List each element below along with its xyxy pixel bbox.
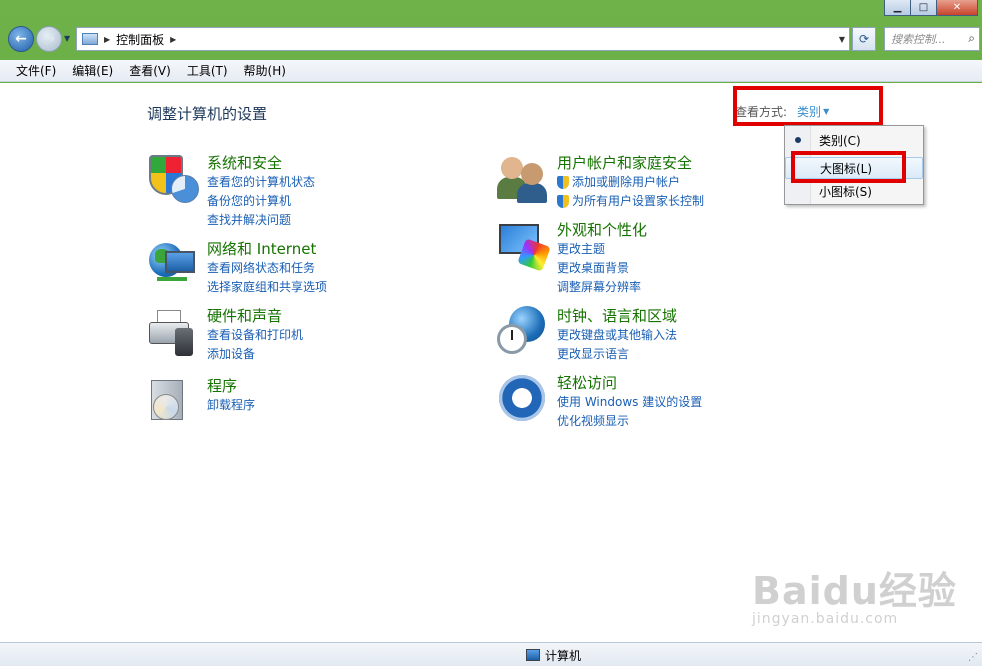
category-user-accounts: 用户帐户和家庭安全 添加或删除用户帐户 为所有用户设置家长控制	[497, 153, 704, 211]
menu-tools[interactable]: 工具(T)	[179, 62, 236, 79]
ease-of-access-icon[interactable]	[497, 373, 549, 425]
category-link[interactable]: 使用 Windows 建议的设置	[557, 393, 702, 412]
category-link[interactable]: 查看您的计算机状态	[207, 173, 315, 192]
watermark-brand: Baidu经验	[752, 569, 957, 613]
menu-view[interactable]: 查看(V)	[121, 62, 179, 79]
category-link[interactable]: 调整屏幕分辨率	[557, 278, 647, 297]
category-link[interactable]: 更改主题	[557, 240, 647, 259]
refresh-button[interactable]: ⟳	[852, 27, 876, 51]
menu-option-category[interactable]: 类别(C)	[785, 129, 923, 151]
menu-help[interactable]: 帮助(H)	[236, 62, 294, 79]
category-link-row[interactable]: 为所有用户设置家长控制	[557, 192, 704, 211]
network-globe-icon[interactable]	[147, 239, 199, 291]
category-appearance: 外观和个性化 更改主题 更改桌面背景 调整屏幕分辨率	[497, 220, 647, 297]
category-title[interactable]: 程序	[207, 376, 255, 396]
category-title[interactable]: 用户帐户和家庭安全	[557, 153, 704, 173]
category-link[interactable]: 添加或删除用户帐户	[572, 173, 680, 192]
menu-edit[interactable]: 编辑(E)	[64, 62, 121, 79]
printer-icon[interactable]	[147, 306, 199, 358]
minimize-button[interactable]: ▁	[884, 0, 910, 16]
display-palette-icon[interactable]	[497, 220, 551, 272]
clock-globe-icon[interactable]	[497, 306, 549, 358]
category-system-security: 系统和安全 查看您的计算机状态 备份您的计算机 查找并解决问题	[147, 153, 315, 230]
menu-option-small-icons[interactable]: 小图标(S)	[785, 180, 923, 202]
category-link[interactable]: 优化视频显示	[557, 412, 702, 431]
category-ease-of-access: 轻松访问 使用 Windows 建议的设置 优化视频显示	[497, 373, 702, 431]
category-title[interactable]: 硬件和声音	[207, 306, 303, 326]
menu-bar: 文件(F) 编辑(E) 查看(V) 工具(T) 帮助(H)	[0, 60, 982, 82]
category-title[interactable]: 轻松访问	[557, 373, 702, 393]
category-link[interactable]: 更改显示语言	[557, 345, 677, 364]
category-link[interactable]: 添加设备	[207, 345, 303, 364]
back-button[interactable]: ←	[8, 26, 34, 52]
computer-icon	[526, 649, 540, 661]
category-link[interactable]: 卸载程序	[207, 396, 255, 415]
menu-file[interactable]: 文件(F)	[8, 62, 64, 79]
category-link[interactable]: 选择家庭组和共享选项	[207, 278, 327, 297]
category-network: 网络和 Internet 查看网络状态和任务 选择家庭组和共享选项	[147, 239, 327, 297]
selected-bullet-icon	[795, 137, 801, 143]
category-link[interactable]: 更改桌面背景	[557, 259, 647, 278]
highlight-large-icons	[791, 151, 906, 183]
search-input[interactable]: 搜索控制... ⌕	[884, 27, 980, 51]
search-placeholder: 搜索控制...	[891, 33, 946, 46]
forward-button[interactable]: →	[36, 26, 62, 52]
resize-grip-icon[interactable]: ⋰	[968, 652, 978, 663]
category-link[interactable]: 查看设备和打印机	[207, 326, 303, 345]
menu-option-label: 类别(C)	[819, 133, 861, 148]
highlight-view-by	[733, 86, 883, 126]
category-title[interactable]: 网络和 Internet	[207, 239, 327, 259]
category-link[interactable]: 备份您的计算机	[207, 192, 315, 211]
breadcrumb-arrow-icon[interactable]: ▶	[104, 35, 110, 44]
category-link[interactable]: 查看网络状态和任务	[207, 259, 327, 278]
navigation-bar: ← → ▼ ▶ 控制面板 ▶ ▼ ⟳ 搜索控制... ⌕	[0, 20, 982, 60]
category-title[interactable]: 时钟、语言和区域	[557, 306, 677, 326]
category-title[interactable]: 外观和个性化	[557, 220, 647, 240]
baidu-watermark: Baidu经验 jingyan.baidu.com	[752, 560, 957, 627]
address-bar[interactable]: ▶ 控制面板 ▶ ▼	[76, 27, 850, 51]
category-link[interactable]: 为所有用户设置家长控制	[572, 192, 704, 211]
status-text: 计算机	[545, 649, 582, 663]
uac-shield-icon	[557, 176, 569, 189]
category-link[interactable]: 查找并解决问题	[207, 211, 315, 230]
category-programs: 程序 卸载程序	[147, 376, 255, 428]
page-title: 调整计算机的设置	[147, 105, 268, 123]
maximize-button[interactable]: □	[910, 0, 936, 16]
status-bar: 计算机 ⋰	[0, 642, 982, 666]
category-link-row[interactable]: 添加或删除用户帐户	[557, 173, 704, 192]
window-controls: ▁ □ ✕	[884, 0, 978, 16]
security-shield-icon[interactable]	[147, 153, 199, 205]
uac-shield-icon	[557, 195, 569, 208]
users-icon[interactable]	[497, 153, 549, 205]
close-button[interactable]: ✕	[936, 0, 978, 16]
breadcrumb-arrow-icon[interactable]: ▶	[170, 35, 176, 44]
category-title[interactable]: 系统和安全	[207, 153, 315, 173]
category-link[interactable]: 更改键盘或其他输入法	[557, 326, 677, 345]
breadcrumb-control-panel[interactable]: 控制面板	[116, 31, 164, 48]
menu-option-label: 小图标(S)	[819, 184, 872, 199]
category-clock-language: 时钟、语言和区域 更改键盘或其他输入法 更改显示语言	[497, 306, 677, 364]
address-dropdown-icon[interactable]: ▼	[839, 35, 845, 44]
category-hardware-sound: 硬件和声音 查看设备和打印机 添加设备	[147, 306, 303, 364]
recent-pages-dropdown-icon[interactable]: ▼	[64, 34, 70, 43]
programs-box-icon[interactable]	[147, 376, 199, 428]
search-icon[interactable]: ⌕	[968, 31, 975, 46]
control-panel-icon	[82, 33, 98, 45]
